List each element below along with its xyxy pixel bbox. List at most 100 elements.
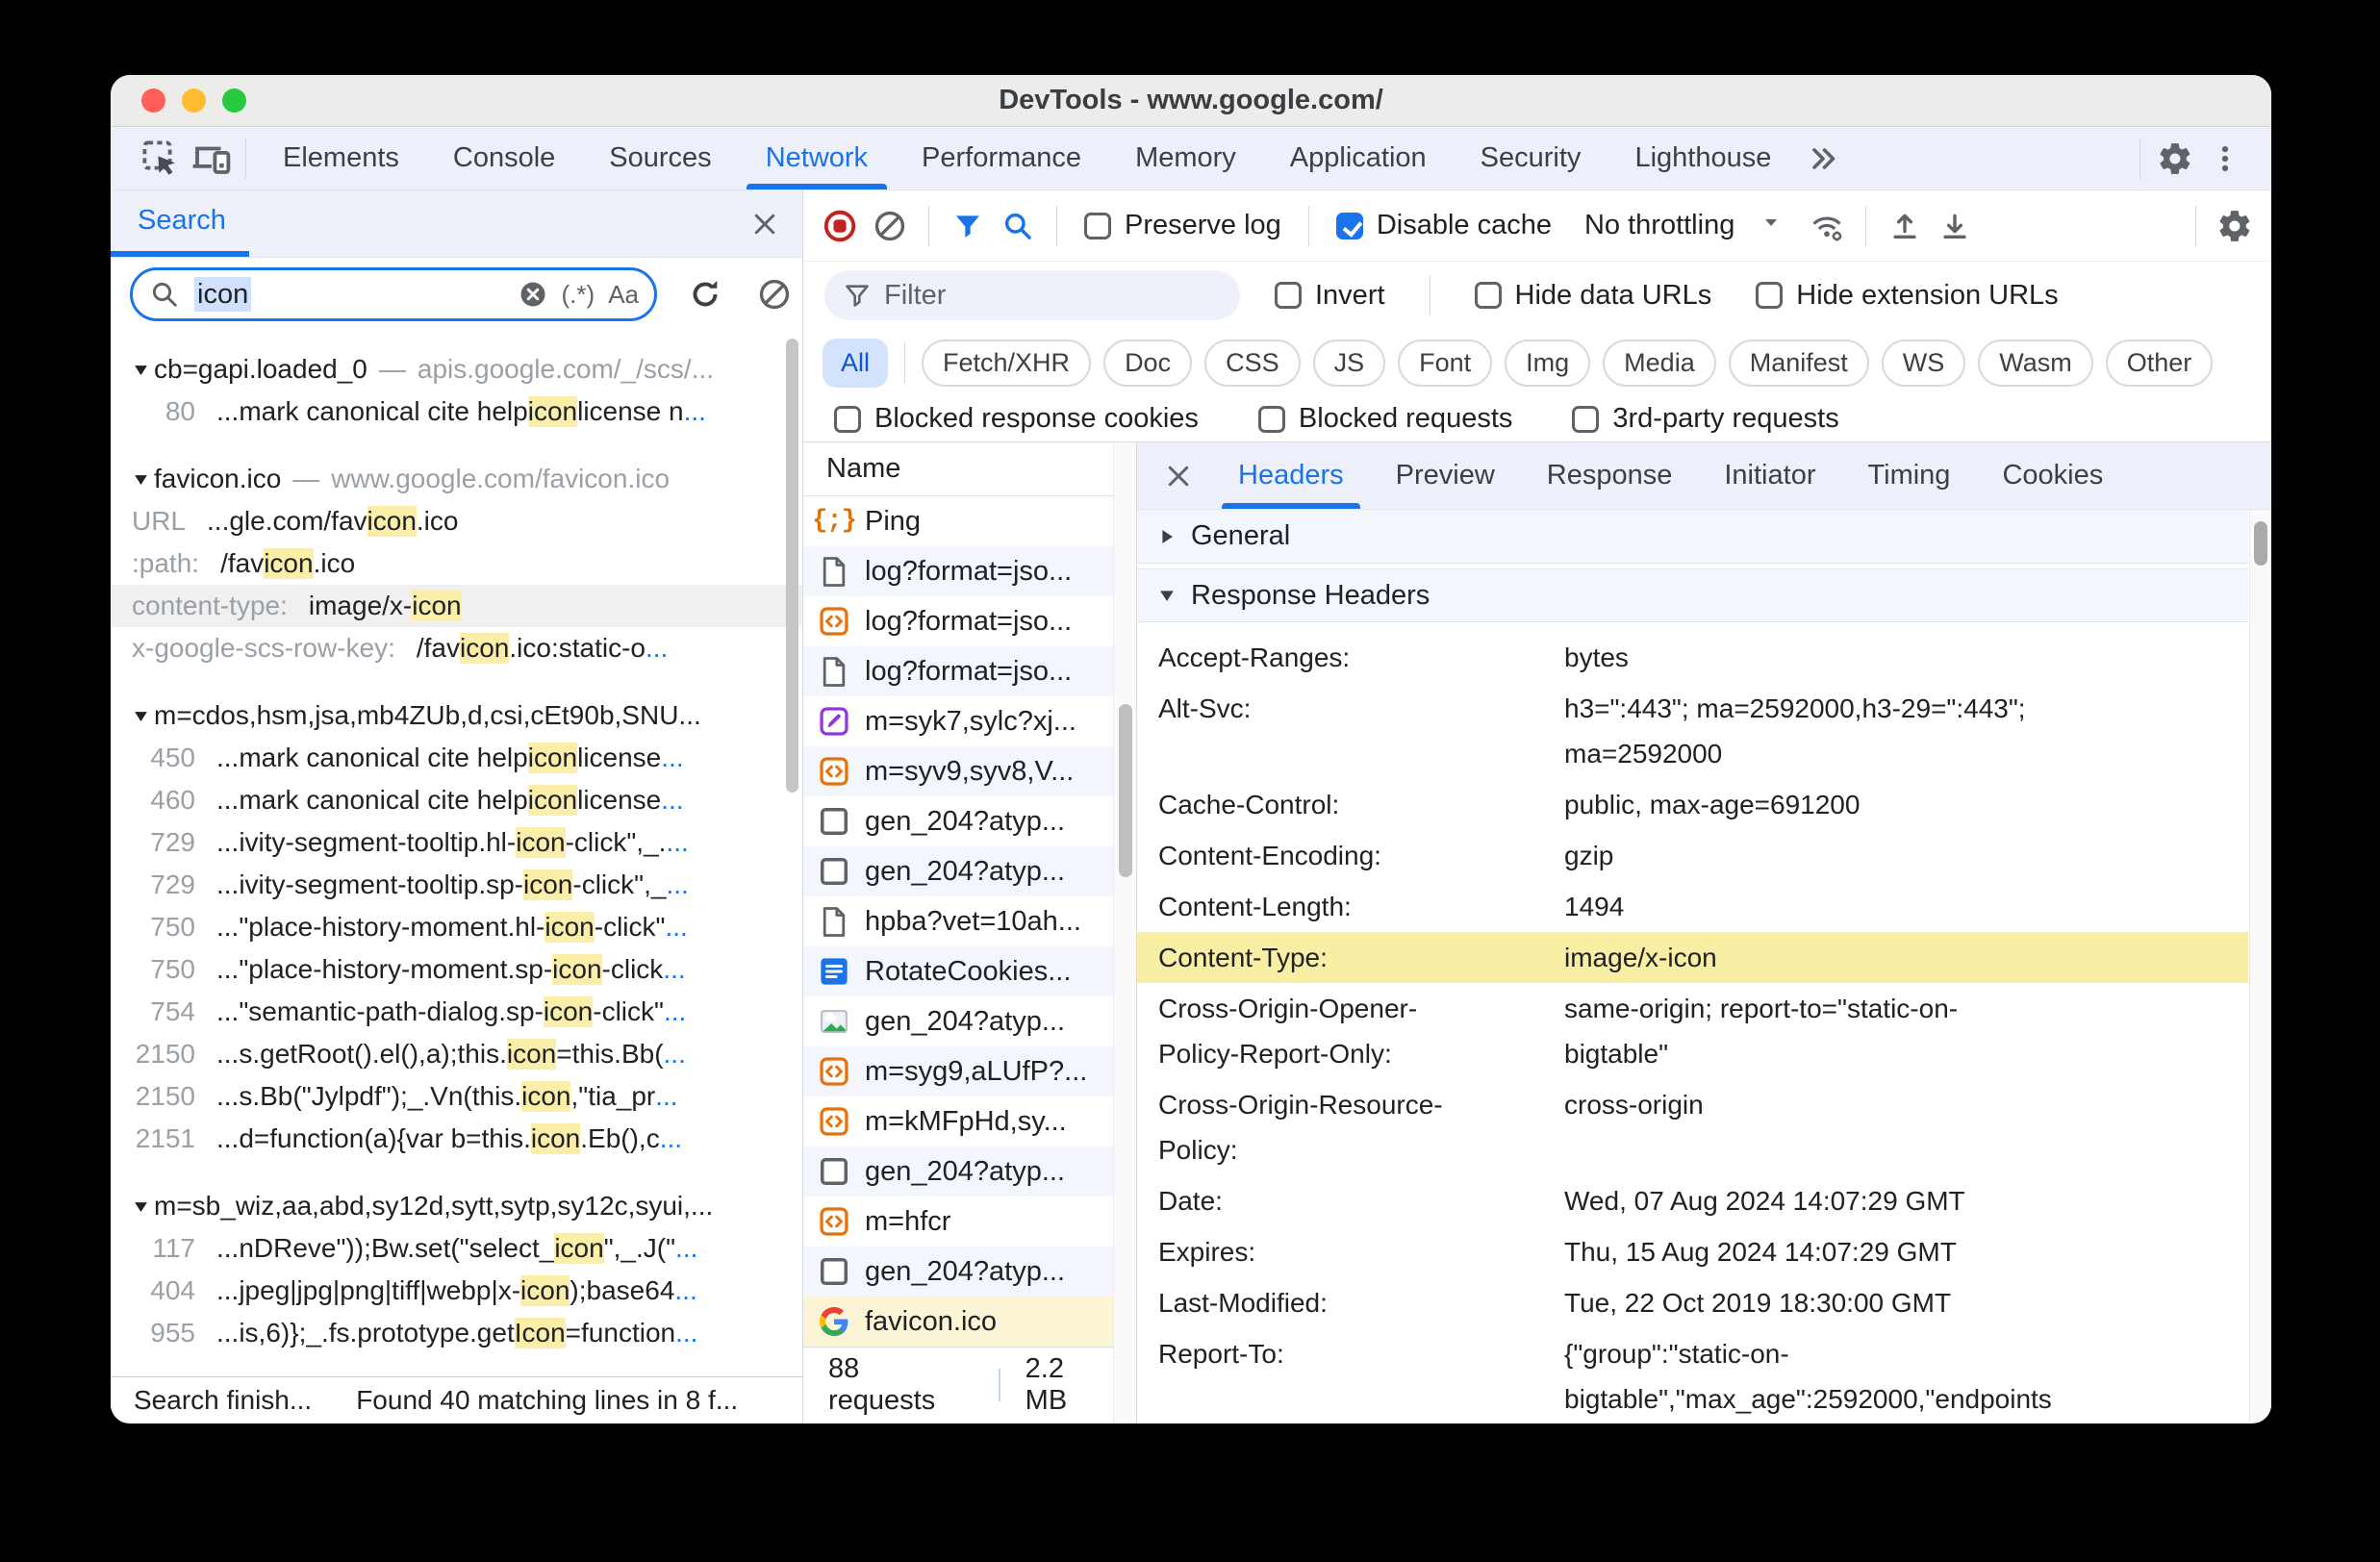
blocked-response-cookies-checkbox[interactable]: Blocked response cookies: [834, 403, 1199, 435]
tab-elements[interactable]: Elements: [256, 127, 426, 189]
request-row[interactable]: gen_204?atyp...: [803, 1247, 1113, 1297]
name-column-header[interactable]: Name: [803, 442, 1113, 496]
tab-memory[interactable]: Memory: [1108, 127, 1263, 189]
tab-search[interactable]: Search: [111, 190, 249, 257]
search-match-line[interactable]: 754 ..."semantic-path-dialog.sp-icon -clic…: [111, 991, 802, 1033]
filter-chip-doc[interactable]: Doc: [1103, 339, 1193, 387]
checkbox-checked[interactable]: [1335, 212, 1363, 239]
network-settings-gear-icon[interactable]: [2214, 205, 2256, 247]
tab-sources[interactable]: Sources: [582, 127, 738, 189]
import-har-icon[interactable]: [1884, 205, 1926, 247]
kebab-menu-icon[interactable]: [2200, 134, 2250, 184]
fullscreen-window-button[interactable]: [222, 88, 246, 113]
scrollbar-thumb[interactable]: [1119, 704, 1132, 877]
close-details-icon[interactable]: [1145, 442, 1212, 509]
3rd-party-requests-checkbox[interactable]: 3rd-party requests: [1572, 403, 1839, 435]
tab-performance[interactable]: Performance: [895, 127, 1108, 189]
request-row[interactable]: {;} Ping: [803, 496, 1113, 546]
export-har-icon[interactable]: [1934, 205, 1976, 247]
filter-chip-ws[interactable]: WS: [1881, 339, 1966, 387]
request-row[interactable]: hpba?vet=10ah...: [803, 896, 1113, 946]
throttling-dropdown[interactable]: No throttling: [1584, 210, 1783, 241]
filter-funnel-icon[interactable]: [947, 205, 989, 247]
filter-chip-media[interactable]: Media: [1603, 339, 1716, 387]
search-match-line[interactable]: x-google-scs-row-key: /fav icon .ico:static…: [111, 627, 802, 669]
tab-network[interactable]: Network: [739, 127, 895, 189]
search-match-line[interactable]: 450 ...mark canonical cite help icon lice…: [111, 737, 802, 779]
details-tab-headers[interactable]: Headers: [1212, 442, 1370, 509]
request-row[interactable]: m=syv9,syv8,V...: [803, 746, 1113, 796]
checkbox-unchecked[interactable]: [1572, 405, 1600, 433]
match-case-toggle[interactable]: Aa: [608, 280, 639, 310]
hide-extension-urls-checkbox[interactable]: Hide extension URLs: [1756, 280, 2059, 312]
disable-cache-checkbox[interactable]: Disable cache: [1335, 210, 1552, 241]
request-row[interactable]: log?format=jso...: [803, 646, 1113, 696]
request-row[interactable]: favicon.ico: [803, 1297, 1113, 1347]
clear-input-icon[interactable]: [518, 273, 548, 315]
filter-chip-all[interactable]: All: [823, 338, 889, 388]
search-match-line[interactable]: 2151 ...d=function(a){var b=this. icon .Eb(…: [111, 1118, 802, 1160]
search-result-group-header[interactable]: m=sb_wiz,aa,abd,sy12d,sytt,sytp,sy12c,sy…: [111, 1185, 802, 1227]
inspect-element-icon[interactable]: [136, 134, 186, 184]
device-toolbar-icon[interactable]: [186, 134, 236, 184]
search-match-line[interactable]: 955 ...is,6)};_.fs.prototype.get Icon =func…: [111, 1312, 802, 1354]
search-input[interactable]: icon (.*) Aa: [130, 267, 657, 321]
refresh-search-icon[interactable]: [684, 273, 726, 315]
filter-chip-img[interactable]: Img: [1505, 339, 1591, 387]
request-row[interactable]: gen_204?atyp...: [803, 1146, 1113, 1197]
filter-chip-wasm[interactable]: Wasm: [1978, 339, 2093, 387]
request-row[interactable]: m=syk7,sylc?xj...: [803, 696, 1113, 746]
request-row[interactable]: RotateCookies...: [803, 946, 1113, 996]
search-match-line[interactable]: 2150 ...s.getRoot().el(),a);this. icon =thi…: [111, 1033, 802, 1075]
search-network-icon[interactable]: [997, 205, 1039, 247]
search-result-group-header[interactable]: favicon.ico — www.google.com/favicon.ico: [111, 458, 802, 500]
search-match-line[interactable]: 80 ...mark canonical cite help icon licen…: [111, 390, 802, 433]
request-row[interactable]: log?format=jso...: [803, 546, 1113, 596]
clear-search-results-icon[interactable]: [753, 273, 796, 315]
more-tabs-icon[interactable]: [1798, 134, 1848, 184]
preserve-log-checkbox[interactable]: Preserve log: [1084, 210, 1281, 241]
hide-data-urls-checkbox[interactable]: Hide data URLs: [1474, 280, 1711, 312]
request-row[interactable]: m=hfcr: [803, 1197, 1113, 1247]
request-row[interactable]: gen_204?atyp...: [803, 846, 1113, 896]
titlebar[interactable]: DevTools - www.google.com/: [111, 75, 2271, 127]
details-tab-timing[interactable]: Timing: [1841, 442, 1976, 509]
tab-security[interactable]: Security: [1454, 127, 1608, 189]
search-match-line[interactable]: 2150 ...s.Bb("Jylpdf");_.Vn(this. icon ,"ti…: [111, 1075, 802, 1118]
network-conditions-icon[interactable]: [1806, 205, 1848, 247]
details-tab-preview[interactable]: Preview: [1370, 442, 1521, 509]
minimize-window-button[interactable]: [182, 88, 206, 113]
search-match-line[interactable]: 117 ...nDReve"));Bw.set("select_ icon ",_.J…: [111, 1227, 802, 1270]
regex-toggle[interactable]: (.*): [562, 280, 595, 310]
details-scrollbar[interactable]: [2249, 510, 2271, 1423]
filter-chip-css[interactable]: CSS: [1204, 339, 1301, 387]
close-window-button[interactable]: [141, 88, 165, 113]
search-match-line[interactable]: 729 ...ivity-segment-tooltip.hl-icon -clic…: [111, 821, 802, 864]
details-tab-response[interactable]: Response: [1521, 442, 1699, 509]
request-row[interactable]: m=kMFpHd,sy...: [803, 1096, 1113, 1146]
tab-lighthouse[interactable]: Lighthouse: [1608, 127, 1798, 189]
filter-input[interactable]: Filter: [824, 270, 1240, 320]
search-match-line[interactable]: 750 ..."place-history-moment.hl-icon -clic…: [111, 906, 802, 948]
request-list-scrollbar[interactable]: [1113, 442, 1137, 1423]
filter-chip-manifest[interactable]: Manifest: [1728, 339, 1869, 387]
filter-chip-js[interactable]: JS: [1312, 339, 1386, 387]
request-row[interactable]: m=syg9,aLUfP?...: [803, 1046, 1113, 1096]
checkbox-unchecked[interactable]: [1257, 405, 1285, 433]
blocked-requests-checkbox[interactable]: Blocked requests: [1257, 403, 1512, 435]
invert-checkbox[interactable]: Invert: [1275, 280, 1385, 312]
search-result-group-header[interactable]: cb=gapi.loaded_0 — apis.google.com/_/scs/.…: [111, 348, 802, 390]
request-row[interactable]: log?format=jso...: [803, 596, 1113, 646]
settings-gear-icon[interactable]: [2150, 134, 2200, 184]
request-row[interactable]: gen_204?atyp...: [803, 796, 1113, 846]
checkbox-unchecked[interactable]: [834, 405, 861, 433]
filter-chip-fetch-xhr[interactable]: Fetch/XHR: [922, 339, 1092, 387]
search-match-line[interactable]: 460 ...mark canonical cite help icon lice…: [111, 779, 802, 821]
details-tab-cookies[interactable]: Cookies: [1976, 442, 2129, 509]
filter-chip-other[interactable]: Other: [2105, 339, 2214, 387]
search-match-line[interactable]: 729 ...ivity-segment-tooltip.sp-icon -clic…: [111, 864, 802, 906]
search-result-group-header[interactable]: m=cdos,hsm,jsa,mb4ZUb,d,csi,cEt90b,SNU..…: [111, 694, 802, 737]
clear-network-log-icon[interactable]: [869, 205, 911, 247]
general-section-header[interactable]: General: [1137, 510, 2248, 564]
search-match-line[interactable]: content-type: image/x-icon: [111, 585, 802, 627]
